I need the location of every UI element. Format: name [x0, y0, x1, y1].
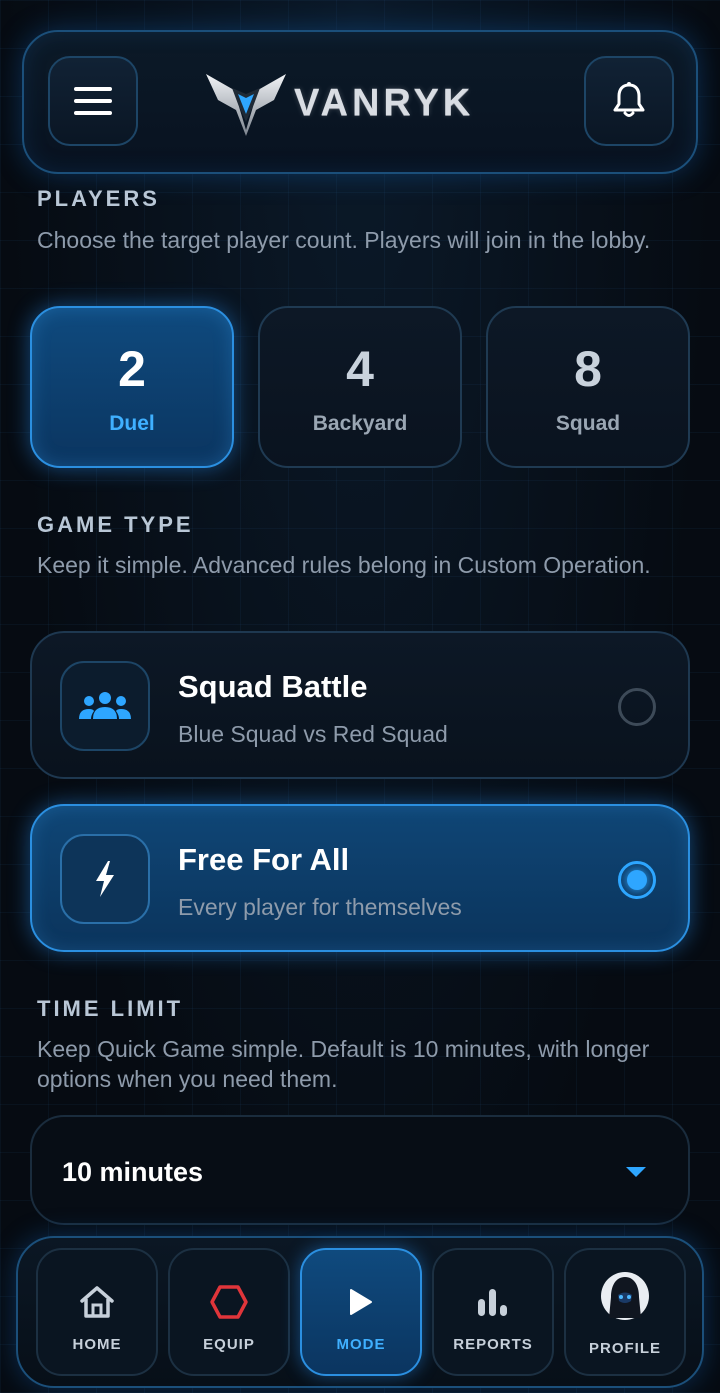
game-type-title: Squad Battle [178, 669, 368, 704]
time-limit-section-description: Keep Quick Game simple. Default is 10 mi… [37, 1036, 650, 1092]
player-count-number: 2 [118, 341, 146, 397]
nav-item-mode[interactable]: MODE [300, 1248, 422, 1376]
avatar [601, 1272, 649, 1320]
player-count-option-8[interactable]: 8 Squad [486, 306, 690, 468]
bar-chart-icon [478, 1289, 507, 1316]
player-count-number: 4 [346, 341, 374, 397]
game-type-section-description: Keep it simple. Advanced rules belong in… [37, 552, 651, 578]
notifications-button[interactable] [584, 56, 674, 146]
player-count-label: Backyard [312, 412, 408, 435]
bell-icon [613, 82, 645, 117]
nav-item-label: PROFILE [588, 1340, 661, 1357]
nav-item-profile[interactable]: PROFILE [564, 1248, 686, 1376]
chevron-down-icon [626, 1167, 646, 1177]
player-count-option-4[interactable]: 4 Backyard [258, 306, 462, 468]
game-type-option-free-for-all[interactable]: Free For All Every player for themselves [30, 804, 690, 952]
player-count-label: Duel [109, 412, 155, 435]
winged-emblem-icon [206, 74, 286, 136]
player-count-option-2[interactable]: 2 Duel [30, 306, 234, 468]
nav-item-home[interactable]: HOME [36, 1248, 158, 1376]
player-count-label: Squad [555, 412, 621, 435]
group-icon [79, 692, 131, 719]
nav-item-reports[interactable]: REPORTS [432, 1248, 554, 1376]
bottom-navigation: HOME EQUIP MODE REPORTS PROFILE [16, 1236, 704, 1388]
nav-item-label: REPORTS [453, 1336, 533, 1353]
players-section-title: PLAYERS [37, 186, 160, 211]
nav-item-label: HOME [72, 1336, 122, 1353]
app-header: VANRYK [22, 30, 698, 174]
play-icon [350, 1289, 372, 1315]
time-limit-section-title: TIME LIMIT [37, 996, 184, 1021]
game-type-option-squad-battle[interactable]: Squad Battle Blue Squad vs Red Squad [30, 631, 690, 779]
time-limit-dropdown[interactable]: 10 minutes [30, 1115, 690, 1225]
players-section-description: Choose the target player count. Players … [37, 227, 651, 253]
game-type-section-title: GAME TYPE [37, 512, 194, 537]
radio-button[interactable] [618, 688, 656, 726]
nav-item-equip[interactable]: EQUIP [168, 1248, 290, 1376]
radio-button-selected[interactable] [618, 861, 656, 899]
game-type-subtitle: Every player for themselves [178, 894, 462, 920]
brand-logo: VANRYK [204, 70, 474, 136]
hexagon-icon [210, 1285, 248, 1319]
lightning-icon [96, 861, 114, 897]
game-type-subtitle: Blue Squad vs Red Squad [178, 721, 448, 747]
game-type-icon-box [60, 661, 150, 751]
nav-item-label: MODE [336, 1336, 386, 1353]
menu-button[interactable] [48, 56, 138, 146]
hamburger-menu-icon [74, 87, 112, 115]
game-type-title: Free For All [178, 842, 350, 877]
home-icon [80, 1286, 114, 1318]
player-count-number: 8 [574, 341, 602, 397]
time-limit-selected-value: 10 minutes [62, 1157, 204, 1187]
game-type-icon-box [60, 834, 150, 924]
brand-name: VANRYK [294, 81, 475, 124]
nav-item-label: EQUIP [203, 1336, 255, 1353]
